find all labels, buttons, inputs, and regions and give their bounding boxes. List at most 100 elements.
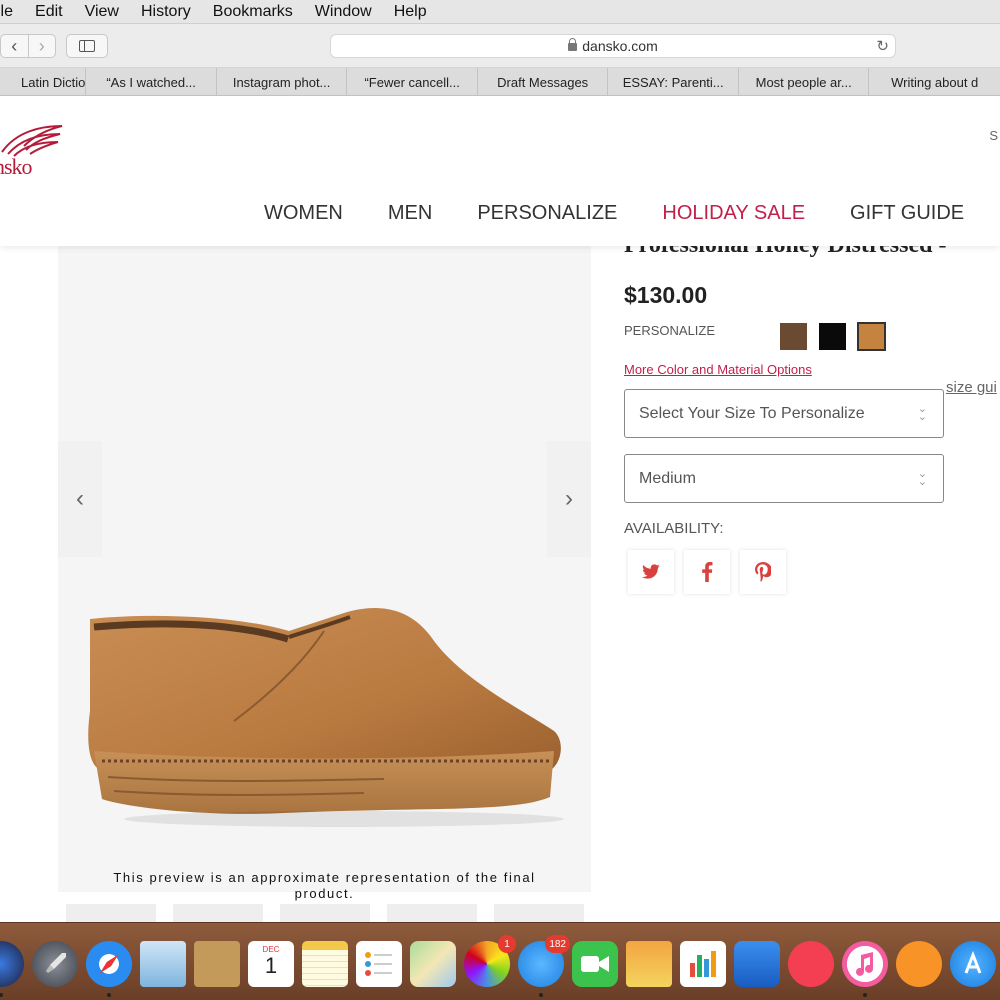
thumbnail[interactable] [280, 904, 370, 924]
dock-photos[interactable]: 1 [464, 935, 516, 987]
menu-file[interactable]: ile [0, 3, 13, 21]
dock-app-store[interactable] [950, 941, 996, 987]
forward-button[interactable]: › [29, 35, 56, 57]
site-header: nsko S WOMEN MEN PERSONALIZE HOLIDAY SAL… [0, 96, 1000, 246]
dock-numbers[interactable] [680, 941, 726, 987]
dock-news[interactable] [788, 941, 834, 987]
address-bar[interactable]: dansko.com ↻ [330, 34, 896, 58]
chevron-left-icon: ‹ [11, 35, 18, 56]
dock-contacts[interactable] [194, 941, 240, 987]
menu-window[interactable]: Window [315, 3, 372, 21]
header-search-link[interactable]: S [989, 128, 998, 143]
availability-label: AVAILABILITY: [624, 520, 724, 537]
more-colors-link[interactable]: More Color and Material Options [624, 362, 812, 377]
tab-item[interactable]: Writing about d [869, 68, 1000, 96]
dock-reminders[interactable] [356, 941, 402, 987]
browser-toolbar: ‹ › dansko.com ↻ [0, 24, 1000, 68]
dock-siri[interactable] [0, 941, 24, 997]
swatch-brown[interactable] [780, 323, 807, 350]
dock-books[interactable] [896, 941, 942, 987]
photos-badge: 1 [498, 935, 516, 953]
lock-icon [568, 38, 578, 51]
personalize-label: PERSONALIZE [624, 323, 716, 338]
tab-item[interactable]: “Fewer cancell... [347, 68, 478, 96]
tab-item[interactable]: “As I watched... [86, 68, 217, 96]
product-gallery: ‹ › This preview is an approximate repre… [58, 246, 591, 901]
bar-chart-icon [690, 951, 716, 977]
twitter-share-button[interactable] [628, 550, 674, 594]
thumbnail[interactable] [387, 904, 477, 924]
facebook-icon [702, 562, 713, 582]
chevron-right-icon: › [38, 35, 45, 56]
menu-view[interactable]: View [85, 3, 119, 21]
dock-facetime[interactable] [572, 941, 618, 987]
tab-item[interactable]: Latin Dictio [0, 68, 87, 96]
menu-bar: ile Edit View History Bookmarks Window H… [0, 0, 1000, 24]
menu-history[interactable]: History [141, 3, 191, 21]
dock-calendar[interactable]: DEC 1 [248, 941, 294, 987]
tab-item[interactable]: Instagram phot... [217, 68, 348, 96]
tab-item[interactable]: Most people ar... [739, 68, 870, 96]
tab-item[interactable]: ESSAY: Parenti... [608, 68, 739, 96]
reload-icon[interactable]: ↻ [876, 37, 889, 55]
rocket-icon [46, 953, 66, 973]
gallery-prev-button[interactable]: ‹ [58, 441, 102, 557]
size-select-value: Select Your Size To Personalize [639, 404, 865, 422]
dock-preview[interactable] [626, 941, 672, 987]
size-select[interactable]: Select Your Size To Personalize ⌄ ⌄ [624, 389, 944, 438]
sidebar-toggle-button[interactable] [66, 34, 108, 58]
product-price: $130.00 [624, 282, 708, 308]
menu-edit[interactable]: Edit [35, 3, 63, 21]
tab-bar: Latin Dictio “As I watched... Instagram … [0, 68, 1000, 96]
chevron-down-icon: ⌄ ⌄ [917, 403, 927, 423]
dock-launchpad[interactable] [32, 941, 78, 987]
music-note-icon [856, 952, 873, 976]
dock-messages[interactable]: 182 [518, 935, 570, 997]
thumbnail-strip [66, 904, 601, 924]
menu-bookmarks[interactable]: Bookmarks [213, 3, 293, 21]
dock-mail[interactable] [140, 941, 186, 987]
thumbnail[interactable] [66, 904, 156, 924]
nav-holiday-sale[interactable]: HOLIDAY SALE [662, 202, 805, 225]
chevron-left-icon: ‹ [76, 485, 84, 512]
nav-women[interactable]: WOMEN [264, 202, 343, 225]
nav-personalize[interactable]: PERSONALIZE [477, 202, 617, 225]
tab-item[interactable]: Draft Messages [478, 68, 609, 96]
compass-icon [99, 954, 119, 974]
width-select-value: Medium [639, 469, 696, 487]
preview-disclaimer: This preview is an approximate represent… [113, 870, 536, 901]
nav-gift-guide[interactable]: GIFT GUIDE [850, 202, 964, 225]
chevron-down-icon: ⌄ ⌄ [917, 468, 927, 488]
thumbnail[interactable] [494, 904, 584, 924]
pinterest-icon [755, 562, 771, 582]
thumbnail[interactable] [173, 904, 263, 924]
gallery-next-button[interactable]: › [547, 441, 591, 557]
pinterest-share-button[interactable] [740, 550, 786, 594]
size-guide-link[interactable]: size gui [946, 379, 997, 396]
dock-maps[interactable] [410, 941, 456, 987]
dock: DEC 1 1 182 [0, 922, 1000, 1000]
checklist-icon [365, 952, 392, 976]
twitter-icon [642, 564, 660, 579]
logo-wordmark: nsko [0, 154, 33, 179]
dock-safari[interactable] [86, 941, 132, 997]
video-camera-icon [581, 956, 609, 972]
dock-notes[interactable] [302, 941, 348, 987]
menu-help[interactable]: Help [394, 3, 427, 21]
app-store-icon [964, 950, 982, 974]
facebook-share-button[interactable] [684, 550, 730, 594]
chevron-right-icon: › [565, 485, 573, 512]
swatch-honey[interactable] [857, 322, 886, 351]
back-button[interactable]: ‹ [1, 35, 29, 57]
width-select[interactable]: Medium ⌄ ⌄ [624, 454, 944, 503]
history-nav: ‹ › [0, 34, 56, 58]
swatch-black[interactable] [819, 323, 846, 350]
calendar-day: 1 [264, 953, 278, 978]
dock-keynote[interactable] [734, 941, 780, 987]
nav-men[interactable]: MEN [388, 202, 432, 225]
product-image [88, 608, 564, 827]
color-swatches [780, 322, 897, 351]
dock-music[interactable] [842, 941, 888, 997]
messages-badge: 182 [545, 935, 570, 953]
social-share [628, 550, 796, 594]
